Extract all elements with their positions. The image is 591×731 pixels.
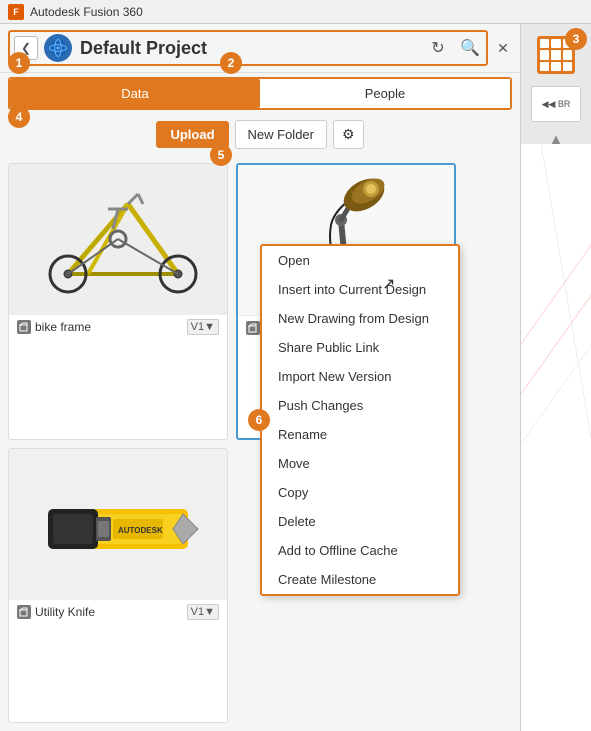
badge-2: 2: [220, 52, 242, 74]
project-title: Default Project: [80, 38, 418, 59]
new-folder-button[interactable]: New Folder: [235, 120, 327, 149]
file-type-icon-lamp: [246, 321, 260, 335]
badge-3: 3: [565, 28, 587, 50]
grid-cell-7: [540, 62, 549, 71]
tab-people[interactable]: People: [260, 79, 510, 108]
toolbar: Upload New Folder ⚙: [0, 114, 520, 155]
version-bike-frame[interactable]: V1▼: [187, 319, 219, 335]
svg-text:AUTODESK: AUTODESK: [118, 526, 163, 535]
panel-header: ❮ Default Project ↻ 🔍 ✕: [0, 24, 520, 73]
header-border: ❮ Default Project ↻ 🔍: [8, 30, 488, 66]
settings-button[interactable]: ⚙: [333, 120, 364, 149]
drawing-area: [521, 144, 591, 731]
context-menu-rename[interactable]: Rename: [262, 420, 458, 449]
project-icon-svg: [48, 38, 68, 58]
context-menu-new-drawing[interactable]: New Drawing from Design: [262, 304, 458, 333]
file-card-img-bike-frame: [9, 164, 227, 314]
tab-data[interactable]: Data: [10, 79, 260, 108]
context-menu-share-link[interactable]: Share Public Link: [262, 333, 458, 362]
bike-frame-svg: [28, 174, 208, 304]
title-bar: F Autodesk Fusion 360: [0, 0, 591, 24]
grid-cell-9: [563, 62, 572, 71]
badge-4: 4: [8, 106, 30, 128]
file-type-icon-knife: [17, 605, 31, 619]
refresh-button[interactable]: ↻: [426, 36, 450, 60]
badge-1: 1: [8, 52, 30, 74]
file-card-bike-frame[interactable]: bike frame V1▼: [8, 163, 228, 440]
context-menu: 6 ↗ Open Insert into Current Design New …: [260, 244, 460, 596]
file-card-footer-bike-frame: bike frame V1▼: [9, 314, 227, 339]
tabs-row: Data People: [8, 77, 512, 110]
context-menu-offline-cache[interactable]: Add to Offline Cache: [262, 536, 458, 565]
file-name-knife: Utility Knife: [35, 605, 183, 619]
left-panel: 1 2 ❮ Default Project ↻: [0, 24, 520, 731]
search-button[interactable]: 🔍: [458, 36, 482, 60]
context-menu-insert[interactable]: Insert into Current Design: [262, 275, 458, 304]
expand-button[interactable]: ◀◀ BR: [531, 86, 581, 122]
close-button[interactable]: ✕: [494, 39, 512, 57]
cube-icon: [19, 322, 29, 332]
version-knife[interactable]: V1▼: [187, 604, 219, 620]
drawing-svg: [521, 144, 591, 731]
badge-6: 6: [248, 409, 270, 431]
grid-cell-6: [563, 50, 572, 59]
context-menu-push-changes[interactable]: Push Changes: [262, 391, 458, 420]
app-title: Autodesk Fusion 360: [30, 5, 143, 19]
app-icon: F: [8, 4, 24, 20]
context-menu-move[interactable]: Move: [262, 449, 458, 478]
cube-icon-3: [19, 607, 29, 617]
context-menu-open[interactable]: Open: [262, 246, 458, 275]
header-actions: ↻ 🔍: [426, 36, 482, 60]
grid-cell-8: [551, 62, 560, 71]
knife-svg: AUTODESK: [28, 459, 208, 589]
file-name-bike-frame: bike frame: [35, 320, 183, 334]
file-card-footer-knife: Utility Knife V1▼: [9, 599, 227, 624]
grid-cell-4: [540, 50, 549, 59]
file-card-img-knife: AUTODESK: [9, 449, 227, 599]
context-menu-delete[interactable]: Delete: [262, 507, 458, 536]
grid-cell-5: [551, 50, 560, 59]
badge-5: 5: [210, 144, 232, 166]
right-panel: 3 ◀◀ BR ▲: [520, 24, 591, 731]
project-icon: [44, 34, 72, 62]
grid-cell-1: [540, 39, 549, 48]
context-menu-import-version[interactable]: Import New Version: [262, 362, 458, 391]
grid-cell-2: [551, 39, 560, 48]
cube-icon-2: [248, 323, 258, 333]
context-menu-copy[interactable]: Copy: [262, 478, 458, 507]
file-type-icon-bike-frame: [17, 320, 31, 334]
file-card-knife[interactable]: AUTODESK Utility Knife V1▼: [8, 448, 228, 723]
context-menu-create-milestone[interactable]: Create Milestone: [262, 565, 458, 594]
